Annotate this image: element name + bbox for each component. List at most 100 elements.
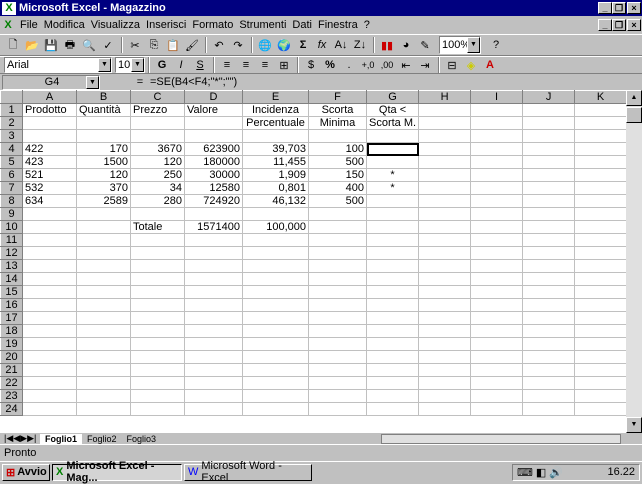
column-header-b[interactable]: B	[76, 90, 131, 104]
cell-i9[interactable]	[470, 207, 524, 221]
cell-f14[interactable]	[308, 272, 367, 286]
cell-d3[interactable]	[184, 129, 243, 143]
cell-c20[interactable]	[130, 350, 185, 364]
cell-b18[interactable]	[76, 324, 131, 338]
cell-i14[interactable]	[470, 272, 524, 286]
cell-k16[interactable]	[574, 298, 628, 312]
cell-a1[interactable]: Prodotto	[22, 103, 77, 117]
cell-c24[interactable]	[130, 402, 185, 416]
cell-e20[interactable]	[242, 350, 309, 364]
cell-h20[interactable]	[418, 350, 472, 364]
cell-h11[interactable]	[418, 233, 472, 247]
menu-modifica[interactable]: Modifica	[41, 19, 88, 31]
cell-d23[interactable]	[184, 389, 243, 403]
cell-e23[interactable]	[242, 389, 309, 403]
cell-b3[interactable]	[76, 129, 131, 143]
cell-b19[interactable]	[76, 337, 131, 351]
print-icon[interactable]: 🖶	[61, 36, 79, 54]
cell-h18[interactable]	[418, 324, 472, 338]
cell-d1[interactable]: Valore	[184, 103, 243, 117]
cell-e2[interactable]: Percentuale	[242, 116, 309, 130]
cell-i3[interactable]	[470, 129, 524, 143]
close-button[interactable]: ×	[627, 2, 641, 14]
cell-h1[interactable]	[418, 103, 472, 117]
cell-g15[interactable]	[365, 285, 420, 299]
cell-i10[interactable]	[470, 220, 524, 234]
cell-f13[interactable]	[308, 259, 367, 273]
cell-k2[interactable]	[574, 116, 628, 130]
cell-j12[interactable]	[522, 246, 576, 260]
cell-e10[interactable]: 100,000	[242, 220, 309, 234]
font-select[interactable]: Arial ▼	[4, 57, 112, 73]
cell-j16[interactable]	[522, 298, 576, 312]
cell-g6[interactable]: *	[365, 168, 420, 182]
row-header[interactable]: 2	[0, 116, 23, 130]
cell-k10[interactable]	[574, 220, 628, 234]
column-header-g[interactable]: G	[365, 90, 420, 104]
column-header-k[interactable]: K	[574, 90, 628, 104]
cell-a19[interactable]	[22, 337, 77, 351]
cell-g17[interactable]	[365, 311, 420, 325]
tab-foglio2[interactable]: Foglio2	[82, 434, 122, 444]
paste-icon[interactable]: 📋	[164, 36, 182, 54]
cell-c7[interactable]: 34	[130, 181, 185, 195]
cell-i20[interactable]	[470, 350, 524, 364]
cell-j15[interactable]	[522, 285, 576, 299]
cell-a17[interactable]	[22, 311, 77, 325]
cell-c10[interactable]: Totale	[130, 220, 185, 234]
hyperlink-icon[interactable]: 🌐	[256, 36, 274, 54]
underline-icon[interactable]: S	[191, 56, 209, 74]
cell-f1[interactable]: Scorta	[308, 103, 367, 117]
currency-icon[interactable]: $	[302, 56, 320, 74]
cell-a23[interactable]	[22, 389, 77, 403]
align-right-icon[interactable]: ≡	[256, 56, 274, 74]
thousands-icon[interactable]: .	[340, 56, 358, 74]
cell-g21[interactable]	[365, 363, 420, 377]
cell-b13[interactable]	[76, 259, 131, 273]
scroll-thumb[interactable]	[626, 107, 642, 123]
cell-d12[interactable]	[184, 246, 243, 260]
cell-g19[interactable]	[365, 337, 420, 351]
cell-b11[interactable]	[76, 233, 131, 247]
cell-d13[interactable]	[184, 259, 243, 273]
cell-e13[interactable]	[242, 259, 309, 273]
cell-i24[interactable]	[470, 402, 524, 416]
name-box[interactable]: G4 ▼	[2, 74, 100, 90]
cell-d21[interactable]	[184, 363, 243, 377]
cell-h5[interactable]	[418, 155, 472, 169]
cell-a24[interactable]	[22, 402, 77, 416]
row-header[interactable]: 5	[0, 155, 23, 169]
cell-f2[interactable]: Minima	[308, 116, 367, 130]
horizontal-scrollbar[interactable]	[381, 433, 622, 444]
align-center-icon[interactable]: ≡	[237, 56, 255, 74]
cell-c4[interactable]: 3670	[130, 142, 185, 156]
merge-center-icon[interactable]: ⊞	[275, 56, 293, 74]
cell-c2[interactable]	[130, 116, 185, 130]
cell-a13[interactable]	[22, 259, 77, 273]
borders-icon[interactable]: ⊟	[443, 56, 461, 74]
sort-ascending-icon[interactable]: A↓	[332, 36, 350, 54]
doc-restore-button[interactable]: ❐	[612, 19, 626, 31]
cell-a20[interactable]	[22, 350, 77, 364]
cell-g5[interactable]	[365, 155, 420, 169]
row-header[interactable]: 17	[0, 311, 23, 325]
row-header[interactable]: 6	[0, 168, 23, 182]
cell-b8[interactable]: 2589	[76, 194, 131, 208]
cell-k4[interactable]	[574, 142, 628, 156]
cell-f9[interactable]	[308, 207, 367, 221]
cell-j21[interactable]	[522, 363, 576, 377]
cell-a4[interactable]: 422	[22, 142, 77, 156]
align-left-icon[interactable]: ≡	[218, 56, 236, 74]
cell-b6[interactable]: 120	[76, 168, 131, 182]
cell-d7[interactable]: 12580	[184, 181, 243, 195]
cell-f19[interactable]	[308, 337, 367, 351]
cell-c3[interactable]	[130, 129, 185, 143]
cell-d10[interactable]: 1571400	[184, 220, 243, 234]
cell-i21[interactable]	[470, 363, 524, 377]
row-header[interactable]: 12	[0, 246, 23, 260]
tray-icons[interactable]: ⌨ ◧ 🔊	[517, 466, 563, 479]
cell-i23[interactable]	[470, 389, 524, 403]
cell-i12[interactable]	[470, 246, 524, 260]
cell-k18[interactable]	[574, 324, 628, 338]
cell-e15[interactable]	[242, 285, 309, 299]
